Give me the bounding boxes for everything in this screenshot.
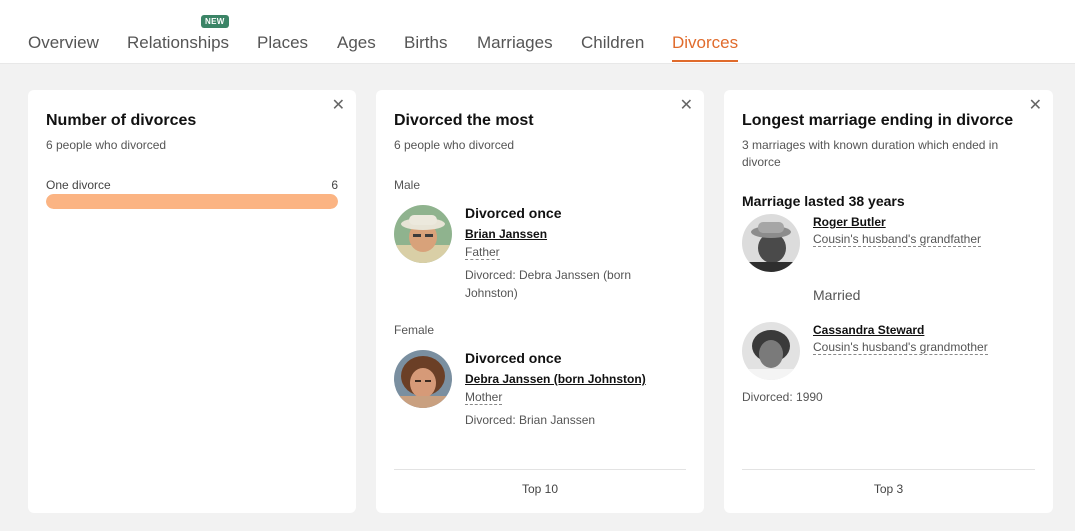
card-subtitle: 6 people who divorced	[394, 138, 515, 152]
person-name-link[interactable]: Brian Janssen	[465, 227, 655, 241]
divorced-from: Divorced: Debra Janssen (born Johnston)	[465, 268, 632, 300]
male-person: Divorced once Brian Janssen Father Divor…	[465, 205, 655, 302]
tab-bar: Overview Relationships NEW Places Ages B…	[0, 0, 1075, 64]
card-title: Number of divorces	[46, 112, 197, 129]
top-10-button[interactable]: Top 10	[394, 469, 686, 513]
card-subtitle: 3 marriages with known duration which en…	[742, 138, 999, 169]
avatar[interactable]	[742, 322, 800, 380]
close-icon[interactable]: ✕	[680, 98, 693, 114]
relation-link[interactable]: Father	[465, 245, 500, 260]
married-label: Married	[813, 287, 861, 303]
card-title: Divorced the most	[394, 112, 534, 129]
card-number-of-divorces: ✕ Number of divorces 6 people who divorc…	[28, 90, 356, 513]
tab-places[interactable]: Places	[257, 33, 308, 53]
page-header: Overview Relationships NEW Places Ages B…	[0, 0, 1075, 64]
top-3-button[interactable]: Top 3	[742, 469, 1035, 513]
divorced-from: Divorced: Brian Janssen	[465, 413, 596, 427]
tab-overview[interactable]: Overview	[28, 33, 99, 53]
active-tab-indicator	[672, 60, 738, 62]
close-icon[interactable]: ✕	[1029, 98, 1042, 114]
tab-births[interactable]: Births	[404, 33, 447, 53]
card-subtitle: 6 people who divorced	[46, 138, 167, 152]
tab-relationships[interactable]: Relationships	[127, 33, 229, 53]
person-name-link[interactable]: Roger Butler	[813, 215, 886, 229]
marriage-duration: Marriage lasted 38 years	[742, 193, 905, 209]
avatar[interactable]	[394, 350, 452, 408]
female-label: Female	[394, 323, 435, 337]
content-area: ✕ Number of divorces 6 people who divorc…	[0, 64, 1075, 531]
bar-count: 6	[331, 178, 338, 192]
tab-children[interactable]: Children	[581, 33, 644, 53]
avatar-photo	[742, 214, 800, 272]
person-name-link[interactable]: Cassandra Steward	[813, 323, 924, 337]
person-title: Divorced once	[465, 350, 562, 366]
tab-divorces[interactable]: Divorces	[672, 33, 738, 53]
person-title: Divorced once	[465, 205, 562, 221]
person-name-link[interactable]: Debra Janssen (born Johnston)	[465, 372, 655, 386]
new-badge: NEW	[201, 15, 229, 28]
close-icon[interactable]: ✕	[332, 98, 345, 114]
relation-link[interactable]: Mother	[465, 390, 503, 405]
card-divorced-the-most: ✕ Divorced the most 6 people who divorce…	[376, 90, 704, 513]
female-person: Divorced once Debra Janssen (born Johnst…	[465, 350, 655, 429]
tab-marriages[interactable]: Marriages	[477, 33, 553, 53]
avatar-photo	[742, 322, 800, 380]
avatar[interactable]	[394, 205, 452, 263]
avatar-photo	[394, 350, 452, 408]
relation-link[interactable]: Cousin's husband's grandfather	[813, 232, 982, 247]
relation-link[interactable]: Cousin's husband's grandmother	[813, 340, 988, 355]
bar-track	[46, 194, 338, 209]
male-label: Male	[394, 178, 421, 192]
avatar[interactable]	[742, 214, 800, 272]
bar-label: One divorce	[46, 178, 111, 192]
card-longest-marriage: ✕ Longest marriage ending in divorce 3 m…	[724, 90, 1053, 513]
avatar-photo	[394, 205, 452, 263]
bar-fill	[46, 194, 338, 209]
divorced-year: Divorced: 1990	[742, 390, 823, 404]
card-title: Longest marriage ending in divorce	[742, 112, 1014, 129]
tab-ages[interactable]: Ages	[337, 33, 376, 53]
